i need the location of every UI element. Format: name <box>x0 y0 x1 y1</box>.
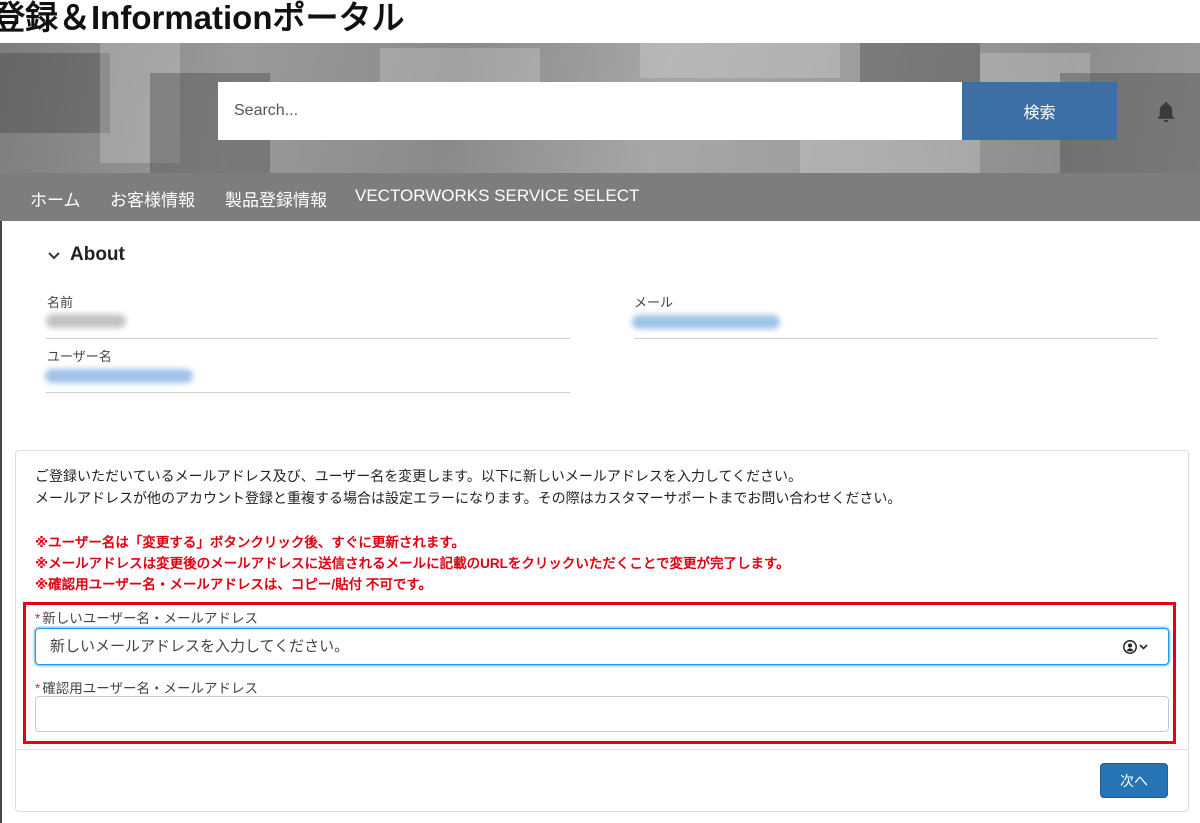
nav-item-service-select[interactable]: VECTORWORKS SERVICE SELECT <box>355 186 639 206</box>
new-username-label-text: 新しいユーザー名・メールアドレス <box>42 611 258 626</box>
warning-note: ※ユーザー名は「変更する」ボタンクリック後、すぐに更新されます。 <box>35 535 466 550</box>
warning-note: ※確認用ユーザー名・メールアドレスは、コピー/貼付 不可です。 <box>35 577 433 592</box>
confirm-username-label-text: 確認用ユーザー名・メールアドレス <box>42 681 258 696</box>
name-divider <box>46 338 570 339</box>
required-marker: * <box>35 611 41 626</box>
email-label: メール <box>634 295 674 310</box>
contact-autofill-icon[interactable] <box>1122 639 1150 655</box>
username-divider <box>46 392 570 393</box>
search-button[interactable]: 検索 <box>962 82 1117 140</box>
confirm-email-input[interactable] <box>35 696 1169 732</box>
warning-note: ※メールアドレスは変更後のメールアドレスに送信されるメールに記載のURLをクリッ… <box>35 556 790 571</box>
nav-item-home[interactable]: ホーム <box>30 186 81 211</box>
search-input[interactable] <box>218 82 962 140</box>
page-title: 登録＆Informationポータル <box>0 0 405 36</box>
nav-item-customer-info[interactable]: お客様情報 <box>110 186 195 211</box>
email-value-redacted[interactable] <box>632 315 780 329</box>
about-section-toggle[interactable]: About <box>46 244 125 266</box>
info-line: メールアドレスが他のアカウント登録と重複する場合は設定エラーになります。その際は… <box>35 490 902 506</box>
required-marker: * <box>35 681 41 696</box>
username-value-redacted <box>45 369 193 383</box>
nav-item-product-registration[interactable]: 製品登録情報 <box>225 186 327 211</box>
about-title: About <box>70 244 125 265</box>
email-divider <box>634 338 1158 339</box>
name-value-redacted <box>46 314 126 328</box>
card-footer-divider <box>16 749 1188 750</box>
next-button[interactable]: 次へ <box>1100 763 1168 798</box>
main-nav: ホーム お客様情報 製品登録情報 VECTORWORKS SERVICE SEL… <box>0 173 1200 221</box>
username-label: ユーザー名 <box>47 349 112 364</box>
new-username-label: * 新しいユーザー名・メールアドレス <box>35 607 258 627</box>
new-email-input[interactable] <box>35 628 1169 665</box>
info-line: ご登録いただいているメールアドレス及び、ユーザー名を変更します。以下に新しいメー… <box>35 468 803 484</box>
chevron-down-icon <box>48 252 60 260</box>
confirm-username-label: * 確認用ユーザー名・メールアドレス <box>35 677 258 697</box>
name-label: 名前 <box>47 295 74 310</box>
page-border <box>0 221 2 823</box>
bell-icon[interactable] <box>1154 100 1178 124</box>
